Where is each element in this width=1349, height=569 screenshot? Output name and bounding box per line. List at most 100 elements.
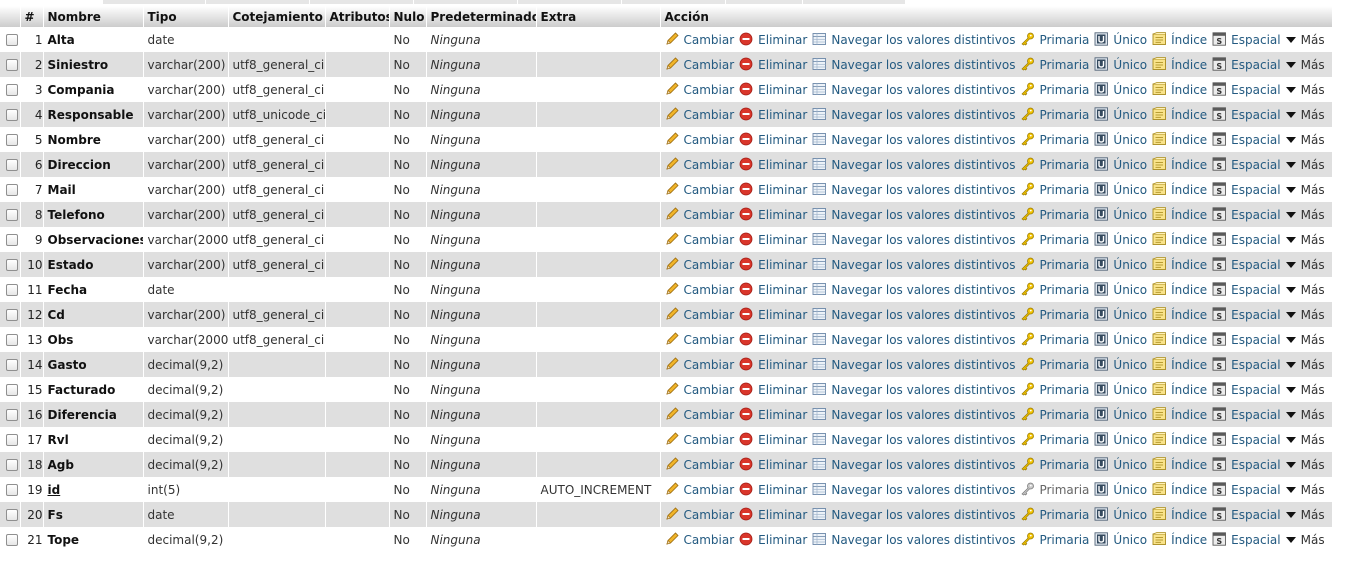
change-button[interactable]: Cambiar: [665, 307, 734, 322]
index-button[interactable]: Índice: [1152, 507, 1207, 522]
primary-button[interactable]: Primaria: [1020, 332, 1089, 347]
header-name[interactable]: Nombre: [43, 6, 144, 27]
primary-button[interactable]: Primaria: [1020, 357, 1089, 372]
change-button[interactable]: Cambiar: [665, 482, 734, 497]
unique-button[interactable]: Único: [1094, 132, 1147, 147]
browse-distinct-button[interactable]: Navegar los valores distintivos: [812, 32, 1015, 47]
drop-button[interactable]: Eliminar: [739, 532, 807, 547]
spatial-button[interactable]: S Espacial: [1212, 482, 1281, 497]
spatial-button[interactable]: S Espacial: [1212, 57, 1281, 72]
row-checkbox[interactable]: [5, 434, 18, 446]
drop-button[interactable]: Eliminar: [739, 107, 807, 122]
change-button[interactable]: Cambiar: [665, 132, 734, 147]
browse-distinct-button[interactable]: Navegar los valores distintivos: [812, 432, 1015, 447]
primary-button[interactable]: Primaria: [1020, 107, 1089, 122]
change-button[interactable]: Cambiar: [665, 82, 734, 97]
row-checkbox[interactable]: [5, 159, 18, 171]
row-checkbox[interactable]: [5, 109, 18, 121]
unique-button[interactable]: Único: [1094, 432, 1147, 447]
row-checkbox[interactable]: [5, 59, 18, 71]
change-button[interactable]: Cambiar: [665, 432, 734, 447]
row-checkbox[interactable]: [5, 534, 18, 546]
index-button[interactable]: Índice: [1152, 207, 1207, 222]
browse-distinct-button[interactable]: Navegar los valores distintivos: [812, 182, 1015, 197]
row-checkbox[interactable]: [5, 84, 18, 96]
spatial-button[interactable]: S Espacial: [1212, 357, 1281, 372]
row-checkbox[interactable]: [5, 334, 18, 346]
drop-button[interactable]: Eliminar: [739, 507, 807, 522]
index-button[interactable]: Índice: [1152, 232, 1207, 247]
index-button[interactable]: Índice: [1152, 282, 1207, 297]
header-default[interactable]: Predeterminado: [426, 6, 537, 27]
change-button[interactable]: Cambiar: [665, 507, 734, 522]
change-button[interactable]: Cambiar: [665, 57, 734, 72]
more-dropdown[interactable]: Más: [1285, 208, 1325, 222]
row-checkbox[interactable]: [5, 134, 18, 146]
primary-button[interactable]: Primaria: [1020, 132, 1089, 147]
header-num[interactable]: #: [20, 6, 44, 27]
column-name[interactable]: Facturado: [43, 377, 144, 402]
column-name[interactable]: Responsable: [43, 102, 144, 127]
browse-distinct-button[interactable]: Navegar los valores distintivos: [812, 357, 1015, 372]
drop-button[interactable]: Eliminar: [739, 332, 807, 347]
browse-distinct-button[interactable]: Navegar los valores distintivos: [812, 507, 1015, 522]
unique-button[interactable]: Único: [1094, 357, 1147, 372]
spatial-button[interactable]: S Espacial: [1212, 132, 1281, 147]
spatial-button[interactable]: S Espacial: [1212, 157, 1281, 172]
spatial-button[interactable]: S Espacial: [1212, 207, 1281, 222]
change-button[interactable]: Cambiar: [665, 257, 734, 272]
change-button[interactable]: Cambiar: [665, 182, 734, 197]
primary-button[interactable]: Primaria: [1020, 407, 1089, 422]
column-name[interactable]: Telefono: [43, 202, 144, 227]
index-button[interactable]: Índice: [1152, 357, 1207, 372]
drop-button[interactable]: Eliminar: [739, 457, 807, 472]
browse-distinct-button[interactable]: Navegar los valores distintivos: [812, 382, 1015, 397]
spatial-button[interactable]: S Espacial: [1212, 232, 1281, 247]
index-button[interactable]: Índice: [1152, 257, 1207, 272]
index-button[interactable]: Índice: [1152, 107, 1207, 122]
spatial-button[interactable]: S Espacial: [1212, 257, 1281, 272]
more-dropdown[interactable]: Más: [1285, 508, 1325, 522]
browse-distinct-button[interactable]: Navegar los valores distintivos: [812, 282, 1015, 297]
drop-button[interactable]: Eliminar: [739, 432, 807, 447]
more-dropdown[interactable]: Más: [1285, 83, 1325, 97]
more-dropdown[interactable]: Más: [1285, 383, 1325, 397]
row-checkbox[interactable]: [5, 259, 18, 271]
index-button[interactable]: Índice: [1152, 432, 1207, 447]
browse-distinct-button[interactable]: Navegar los valores distintivos: [812, 132, 1015, 147]
more-dropdown[interactable]: Más: [1285, 458, 1325, 472]
unique-button[interactable]: Único: [1094, 32, 1147, 47]
primary-button[interactable]: Primaria: [1020, 232, 1089, 247]
spatial-button[interactable]: S Espacial: [1212, 432, 1281, 447]
more-dropdown[interactable]: Más: [1285, 483, 1325, 497]
change-button[interactable]: Cambiar: [665, 207, 734, 222]
drop-button[interactable]: Eliminar: [739, 82, 807, 97]
column-name[interactable]: Observaciones: [43, 227, 144, 252]
drop-button[interactable]: Eliminar: [739, 407, 807, 422]
header-attributes[interactable]: Atributos: [325, 6, 390, 27]
unique-button[interactable]: Único: [1094, 407, 1147, 422]
spatial-button[interactable]: S Espacial: [1212, 32, 1281, 47]
drop-button[interactable]: Eliminar: [739, 482, 807, 497]
browse-distinct-button[interactable]: Navegar los valores distintivos: [812, 307, 1015, 322]
more-dropdown[interactable]: Más: [1285, 308, 1325, 322]
primary-button[interactable]: Primaria: [1020, 532, 1089, 547]
unique-button[interactable]: Único: [1094, 207, 1147, 222]
more-dropdown[interactable]: Más: [1285, 108, 1325, 122]
index-button[interactable]: Índice: [1152, 407, 1207, 422]
browse-distinct-button[interactable]: Navegar los valores distintivos: [812, 482, 1015, 497]
drop-button[interactable]: Eliminar: [739, 182, 807, 197]
index-button[interactable]: Índice: [1152, 57, 1207, 72]
unique-button[interactable]: Único: [1094, 457, 1147, 472]
more-dropdown[interactable]: Más: [1285, 408, 1325, 422]
row-checkbox[interactable]: [5, 459, 18, 471]
primary-button[interactable]: Primaria: [1020, 257, 1089, 272]
drop-button[interactable]: Eliminar: [739, 232, 807, 247]
column-name[interactable]: Nombre: [43, 127, 144, 152]
unique-button[interactable]: Único: [1094, 232, 1147, 247]
unique-button[interactable]: Único: [1094, 157, 1147, 172]
spatial-button[interactable]: S Espacial: [1212, 507, 1281, 522]
unique-button[interactable]: Único: [1094, 82, 1147, 97]
more-dropdown[interactable]: Más: [1285, 258, 1325, 272]
index-button[interactable]: Índice: [1152, 132, 1207, 147]
